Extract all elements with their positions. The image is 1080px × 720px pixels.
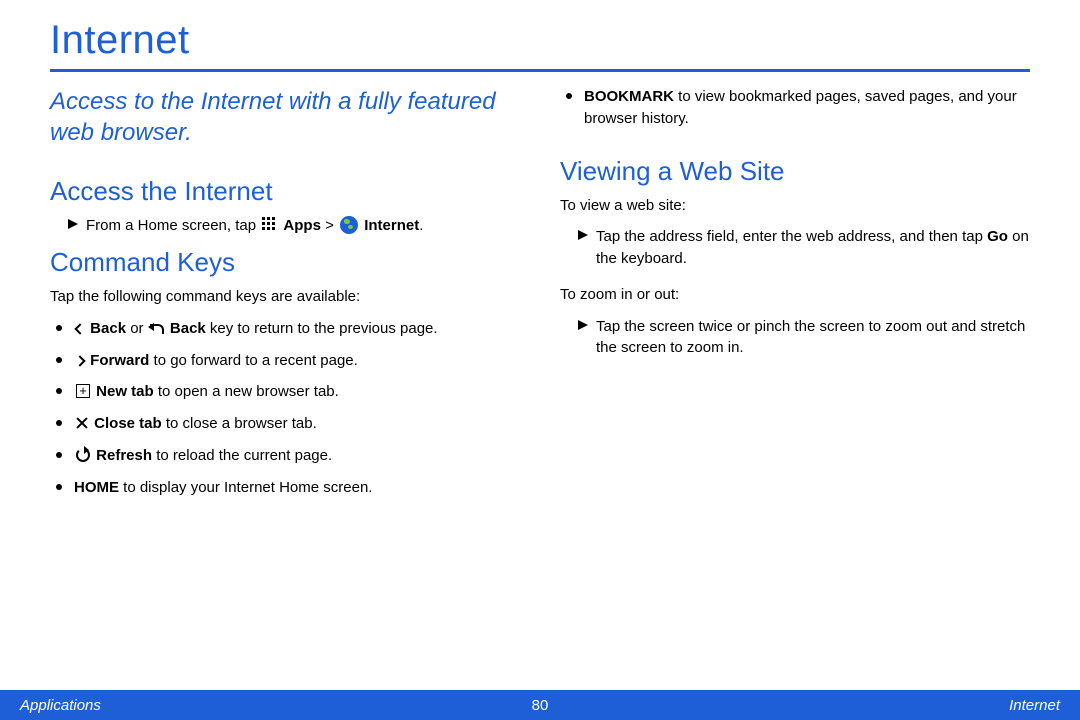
footer-right: Internet bbox=[1009, 697, 1060, 714]
internet-label: Internet bbox=[364, 217, 419, 234]
list-item: HOME to display your Internet Home scree… bbox=[50, 477, 520, 499]
or-text: or bbox=[126, 320, 148, 337]
apps-grid-icon bbox=[262, 217, 278, 233]
right-column: BOOKMARK to view bookmarked pages, saved… bbox=[560, 86, 1030, 508]
newtab-label: New tab bbox=[96, 383, 154, 400]
footer-page-number: 80 bbox=[532, 697, 549, 714]
list-item: New tab to open a new browser tab. bbox=[50, 381, 520, 403]
step-zoom: Tap the screen twice or pinch the screen… bbox=[560, 316, 1030, 360]
footer-left: Applications bbox=[20, 697, 101, 714]
forward-rest: to go forward to a recent page. bbox=[149, 352, 357, 369]
heading-viewing-web-site: Viewing a Web Site bbox=[560, 156, 1030, 187]
bookmark-label: BOOKMARK bbox=[584, 88, 674, 105]
step-view-site: Tap the address field, enter the web add… bbox=[560, 226, 1030, 270]
viewing-p2: To zoom in or out: bbox=[560, 284, 1030, 306]
refresh-icon bbox=[76, 448, 90, 462]
forward-label: Forward bbox=[90, 352, 149, 369]
home-label: HOME bbox=[74, 479, 119, 496]
bullet-icon bbox=[56, 452, 62, 458]
bullet-icon bbox=[56, 420, 62, 426]
period: . bbox=[419, 217, 423, 234]
intro-text: Access to the Internet with a fully feat… bbox=[50, 86, 520, 148]
gt-sep: > bbox=[325, 217, 338, 234]
heading-access-internet: Access the Internet bbox=[50, 176, 520, 207]
apps-label: Apps bbox=[283, 217, 321, 234]
list-item: BOOKMARK to view bookmarked pages, saved… bbox=[560, 86, 1030, 130]
closetab-rest: to close a browser tab. bbox=[162, 415, 317, 432]
new-tab-icon bbox=[76, 384, 90, 398]
command-intro: Tap the following command keys are avail… bbox=[50, 286, 520, 308]
bullet-icon bbox=[56, 484, 62, 490]
globe-icon bbox=[340, 216, 358, 234]
back-arrow-icon bbox=[150, 322, 164, 334]
step-access-prefix: From a Home screen, tap bbox=[86, 217, 260, 234]
command-list-cont: BOOKMARK to view bookmarked pages, saved… bbox=[560, 86, 1030, 130]
heading-command-keys: Command Keys bbox=[50, 247, 520, 278]
back-chevron-icon bbox=[74, 323, 85, 334]
step-arrow-icon bbox=[578, 230, 588, 240]
newtab-rest: to open a new browser tab. bbox=[154, 383, 339, 400]
bullet-icon bbox=[56, 325, 62, 331]
command-list: Back or Back key to return to the previo… bbox=[50, 318, 520, 499]
refresh-label: Refresh bbox=[96, 447, 152, 464]
viewing-p1: To view a web site: bbox=[560, 195, 1030, 217]
home-rest: to display your Internet Home screen. bbox=[119, 479, 372, 496]
page-title: Internet bbox=[50, 0, 1030, 72]
forward-chevron-icon bbox=[74, 355, 85, 366]
list-item: Forward to go forward to a recent page. bbox=[50, 350, 520, 372]
list-item: Back or Back key to return to the previo… bbox=[50, 318, 520, 340]
footer: Applications 80 Internet bbox=[0, 690, 1080, 720]
list-item: Refresh to reload the current page. bbox=[50, 445, 520, 467]
step-access: From a Home screen, tap Apps > Internet. bbox=[50, 215, 520, 237]
bullet-icon bbox=[56, 357, 62, 363]
left-column: Access to the Internet with a fully feat… bbox=[50, 86, 520, 508]
close-tab-icon bbox=[76, 417, 88, 429]
bullet-icon bbox=[56, 388, 62, 394]
step-arrow-icon bbox=[578, 320, 588, 330]
step-arrow-icon bbox=[68, 219, 78, 229]
back-rest: key to return to the previous page. bbox=[206, 320, 438, 337]
step2-text: Tap the screen twice or pinch the screen… bbox=[596, 316, 1030, 360]
back-label-2: Back bbox=[170, 320, 206, 337]
bullet-icon bbox=[566, 93, 572, 99]
go-label: Go bbox=[987, 228, 1008, 245]
closetab-label: Close tab bbox=[94, 415, 162, 432]
refresh-rest: to reload the current page. bbox=[152, 447, 332, 464]
back-label: Back bbox=[90, 320, 126, 337]
step1-a: Tap the address field, enter the web add… bbox=[596, 228, 987, 245]
list-item: Close tab to close a browser tab. bbox=[50, 413, 520, 435]
